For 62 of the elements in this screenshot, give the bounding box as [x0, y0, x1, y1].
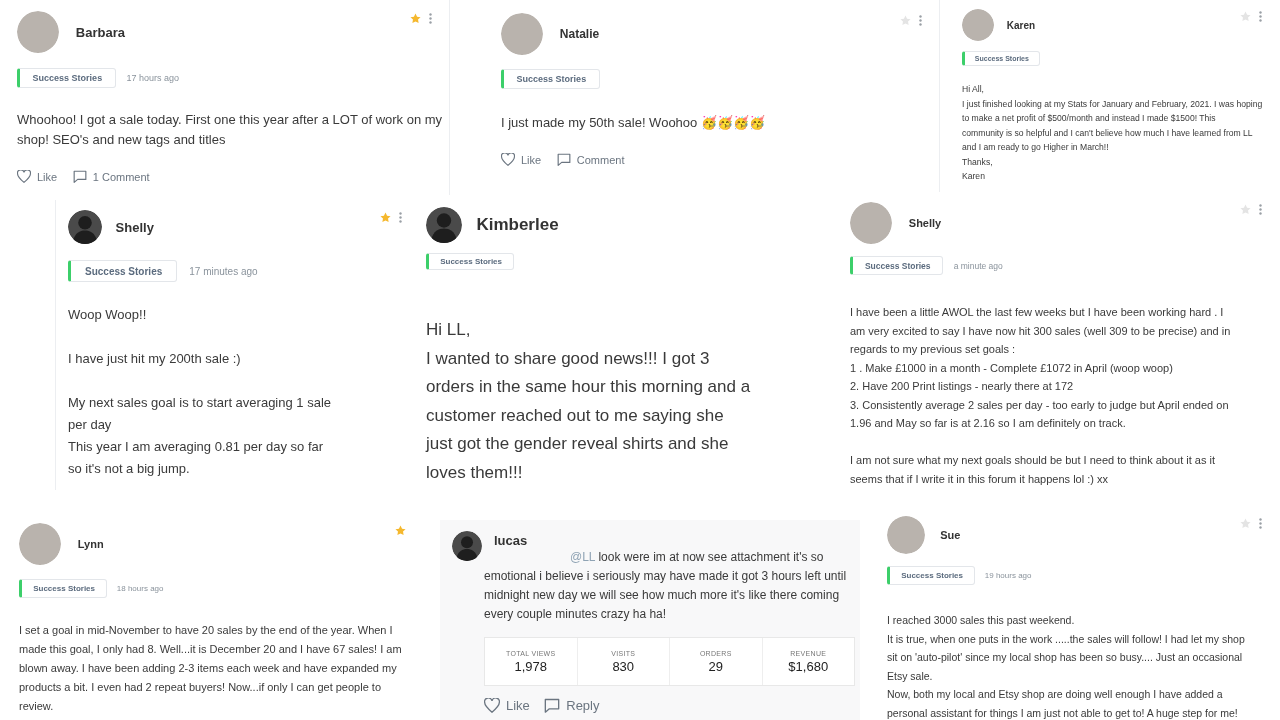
more-options-icon[interactable] [399, 212, 402, 223]
stat-value: $1,680 [788, 658, 829, 674]
speech-bubble-icon [556, 153, 571, 166]
category-tag[interactable]: Success Stories [426, 253, 515, 270]
category-tag[interactable]: Success Stories [19, 579, 108, 598]
like-button[interactable]: Like [501, 153, 542, 166]
comment-button[interactable]: Comment [556, 153, 625, 166]
post-text: I reached 3000 sales this past weekend. It is true, when one puts in the work .....the sales will follow! I had let my shop sit on 'auto-pilot' since my local shop has been so busy.... Just an occasional Etsy sale. Now, both my local and Etsy shop are doing well enough I have added a personal assistant for things I am just not able to get to! A huge step for me! [887, 613, 1245, 720]
heart-icon [484, 698, 500, 714]
author-name[interactable]: Shelly [115, 219, 154, 235]
author-name[interactable]: Kimberlee [476, 215, 559, 235]
post-text: Hi LL, I wanted to share good news!!! I got 3 orders in the same hour this morning and a customer reached out to me saying she just got the gender reveal shirts and she loves them!!! [426, 319, 751, 480]
category-tag[interactable]: Success Stories [17, 68, 116, 88]
post-text: @LL look were im at now see attachment it's so emotional i believe i seriously may have made it got 3 hours left until midnight new day we will see how much more it's like there coming every couple minutes crazy ha ha! [484, 549, 847, 623]
comment-button[interactable]: 1 Comment [72, 170, 150, 183]
reply-button[interactable]: Reply [544, 698, 600, 714]
star-icon[interactable] [1240, 204, 1251, 215]
author-name[interactable]: Lynn [77, 538, 104, 550]
heart-icon [17, 170, 31, 183]
like-button[interactable]: Like [17, 170, 58, 183]
author-name[interactable]: Natalie [559, 27, 600, 41]
heart-icon [501, 153, 515, 166]
post-time: 19 hours ago [984, 571, 1032, 580]
star-icon[interactable] [900, 15, 911, 26]
category-tag[interactable]: Success Stories [850, 256, 944, 275]
post-time: 17 minutes ago [189, 265, 258, 277]
author-name[interactable]: Barbara [75, 24, 125, 40]
category-tag[interactable]: Success Stories [501, 69, 600, 89]
stat-value: 830 [612, 658, 635, 674]
more-options-icon[interactable] [919, 15, 922, 26]
more-options-icon[interactable] [429, 13, 432, 24]
post-text: Whoohoo! I got a sale today. First one this year after a LOT of work on my shop! SEO's and new tags and titles [17, 111, 443, 149]
post-text: I just made my 50th sale! Woohoo 🥳🥳🥳🥳 [501, 114, 765, 132]
star-icon[interactable] [410, 13, 421, 24]
post-text: I am not sure what my next goals should be but I need to think about it as it seems that if I write it in this forum it happens lol :) xx [850, 453, 1216, 485]
star-icon[interactable] [380, 212, 391, 223]
speech-bubble-icon [544, 698, 561, 714]
star-icon[interactable] [1240, 518, 1251, 529]
post-text: I set a goal in mid-November to have 20 sales by the end of the year. When I made this goal, I only had 8. Well...it is December 20 and I have 67 sales! I am blown away. I have been adding 2-3 items each week and have expanded my products a bit. I even had 2 repeat buyers! Now...if only I can get people to review. [19, 623, 402, 714]
like-button[interactable]: Like [484, 698, 530, 714]
author-name[interactable]: lucas [494, 533, 528, 548]
post-text: I have just hit my 200th sale :) [68, 350, 241, 368]
post-text: My next sales goal is to start averaging 1 sale per day This year I am averaging 0.81 per day so far so it's not a big jump. [68, 394, 332, 478]
more-options-icon[interactable] [1259, 518, 1262, 529]
post-time: 18 hours ago [116, 584, 164, 593]
author-name[interactable]: Shelly [908, 217, 942, 229]
stat-value: 29 [708, 658, 723, 674]
post-text: I have been a little AWOL the last few weeks but I have been working hard . I am very excited to say I have now hit 300 sales (well 309 to be precise) and in regards to my previous set goals : 1 . Make £1000 in a month - Complete £1072 in April (woop woop) 2. Have 200 Print listings - nearly there at 172 3. Consistently average 2 sales per day - too early to judge but April ended on 1.96 and May so far is at 2.16 so I am definitely on track. [850, 305, 1231, 431]
author-name[interactable]: Karen [1006, 19, 1036, 31]
author-name[interactable]: Sue [940, 529, 961, 541]
post-time: 17 hours ago [126, 73, 180, 83]
post-text: Woop Woop!! [68, 306, 147, 324]
speech-bubble-icon [72, 170, 87, 183]
category-tag[interactable]: Success Stories [68, 260, 178, 282]
post-text: Hi All, I just finished looking at my Stats for January and February, 2021. I was hoping to make a net profit of $500/month and instead I made $1500! This community is so helpful and I can't believe how much I have learned from LL and I am ready to go Higher in March!! Thanks, Karen [962, 83, 1263, 183]
more-options-icon[interactable] [1259, 11, 1262, 22]
post-time: a minute ago [953, 260, 1003, 271]
star-icon[interactable] [1240, 11, 1251, 22]
more-options-icon[interactable] [1259, 204, 1262, 215]
category-tag[interactable]: Success Stories [887, 566, 976, 585]
stat-value: 1,978 [514, 658, 547, 674]
star-icon[interactable] [395, 525, 406, 536]
